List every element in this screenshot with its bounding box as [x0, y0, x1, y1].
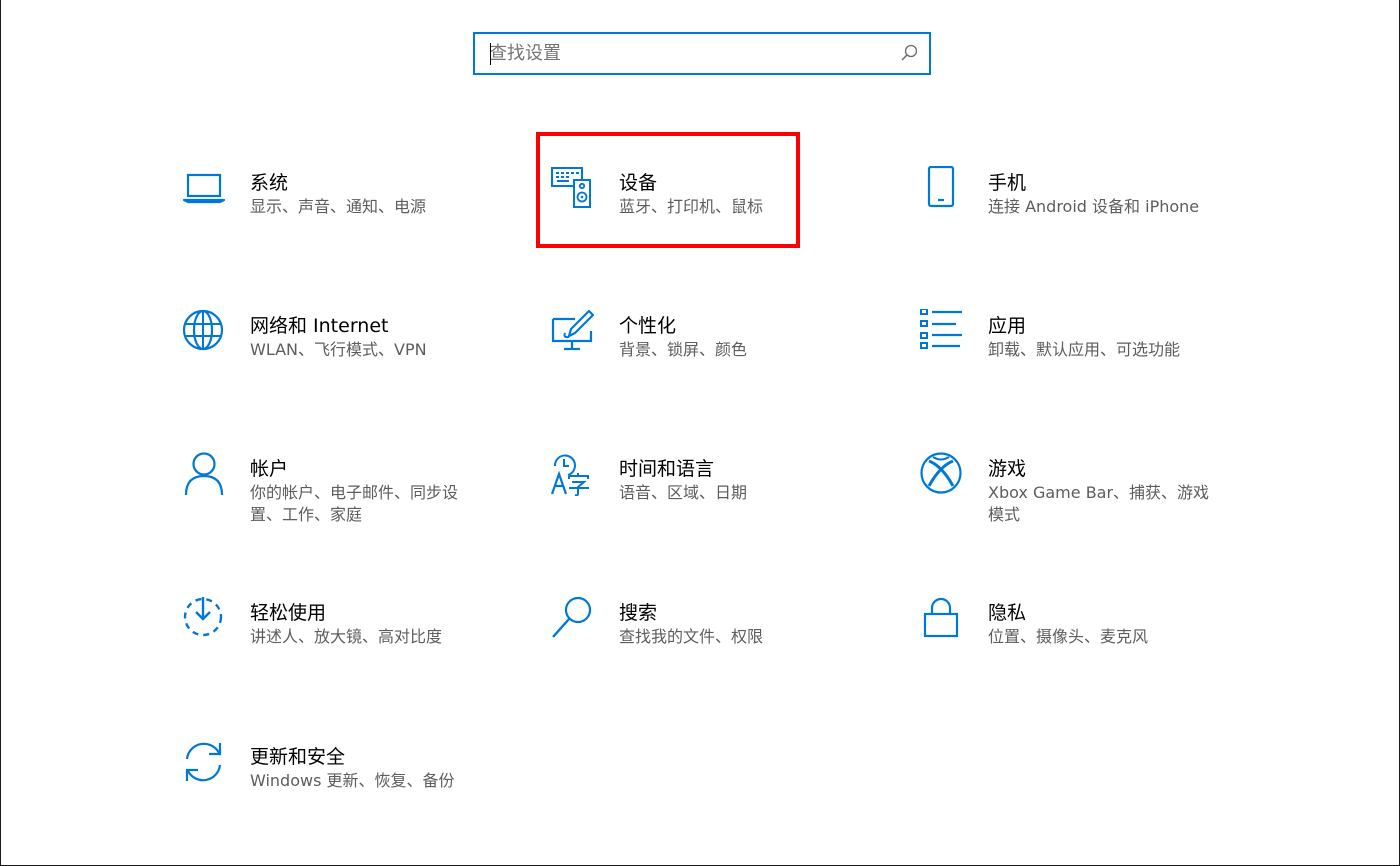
- tile-description: 卸载、默认应用、可选功能: [988, 340, 1181, 359]
- tile-title: 游戏: [988, 458, 1027, 480]
- tile-description: 蓝牙、打印机、鼠标: [619, 197, 764, 216]
- search-icon[interactable]: [899, 43, 919, 63]
- search-box[interactable]: [473, 32, 931, 75]
- tile-devices[interactable]: 设备 蓝牙、打印机、鼠标: [551, 166, 871, 256]
- ease-of-access-icon: [182, 596, 226, 640]
- search-icon: [551, 596, 595, 640]
- tile-apps[interactable]: 应用 卸载、默认应用、可选功能: [920, 309, 1240, 399]
- devices-icon: [551, 166, 595, 210]
- personalization-icon: [551, 309, 595, 353]
- settings-window: 系统 显示、声音、通知、电源 设备 蓝牙、打印机、鼠标: [0, 0, 1400, 866]
- tile-title: 手机: [988, 172, 1027, 194]
- tile-gaming[interactable]: 游戏 Xbox Game Bar、捕获、游戏模式: [920, 452, 1240, 542]
- tile-description: 你的帐户、电子邮件、同步设置、工作、家庭: [250, 483, 459, 524]
- tile-title: 搜索: [619, 602, 658, 624]
- tile-title: 个性化: [619, 315, 677, 337]
- apps-list-icon: [920, 309, 964, 353]
- text-caret: [490, 43, 491, 65]
- tile-title: 帐户: [250, 458, 289, 480]
- person-icon: [182, 452, 226, 496]
- tile-accounts[interactable]: 帐户 你的帐户、电子邮件、同步设置、工作、家庭: [182, 452, 502, 542]
- tile-description: Windows 更新、恢复、备份: [250, 771, 455, 790]
- tile-description: 查找我的文件、权限: [619, 627, 764, 646]
- tile-description: 讲述人、放大镜、高对比度: [250, 627, 443, 646]
- tile-ease-of-access[interactable]: 轻松使用 讲述人、放大镜、高对比度: [182, 596, 502, 686]
- tile-system[interactable]: 系统 显示、声音、通知、电源: [182, 166, 502, 256]
- tile-description: 语音、区域、日期: [619, 483, 748, 502]
- tile-personalization[interactable]: 个性化 背景、锁屏、颜色: [551, 309, 871, 399]
- tile-title: 系统: [250, 172, 289, 194]
- tile-privacy[interactable]: 隐私 位置、摄像头、麦克风: [920, 596, 1240, 686]
- tile-title: 时间和语言: [619, 458, 715, 480]
- tile-description: 背景、锁屏、颜色: [619, 340, 748, 359]
- tile-title: 应用: [988, 315, 1027, 337]
- tile-update-security[interactable]: 更新和安全 Windows 更新、恢复、备份: [182, 740, 502, 830]
- tile-time-language[interactable]: 时间和语言 语音、区域、日期: [551, 452, 871, 542]
- lock-icon: [920, 596, 964, 640]
- tile-phone[interactable]: 手机 连接 Android 设备和 iPhone: [920, 166, 1240, 256]
- tile-description: WLAN、飞行模式、VPN: [250, 340, 427, 359]
- update-icon: [182, 740, 226, 784]
- time-language-icon: [551, 452, 595, 496]
- globe-icon: [182, 309, 226, 353]
- tile-description: 显示、声音、通知、电源: [250, 197, 427, 216]
- laptop-icon: [182, 166, 226, 210]
- phone-icon: [920, 166, 964, 210]
- tile-title: 更新和安全: [250, 746, 346, 768]
- xbox-icon: [920, 452, 964, 496]
- tile-description: Xbox Game Bar、捕获、游戏模式: [988, 483, 1210, 524]
- tile-search[interactable]: 搜索 查找我的文件、权限: [551, 596, 871, 686]
- tile-title: 轻松使用: [250, 602, 327, 624]
- search-input[interactable]: [489, 34, 889, 73]
- tile-network[interactable]: 网络和 Internet WLAN、飞行模式、VPN: [182, 309, 502, 399]
- tile-title: 隐私: [988, 602, 1027, 624]
- tile-description: 位置、摄像头、麦克风: [988, 627, 1149, 646]
- tile-title: 设备: [619, 172, 658, 194]
- tile-description: 连接 Android 设备和 iPhone: [988, 197, 1200, 216]
- tile-title: 网络和 Internet: [250, 315, 389, 337]
